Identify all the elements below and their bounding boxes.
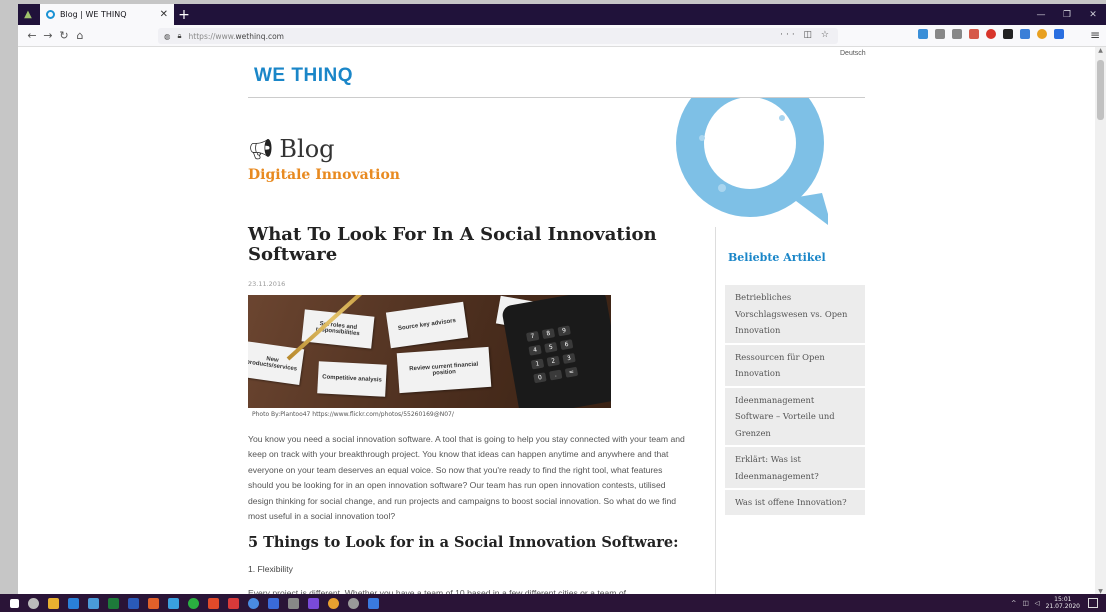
- article-intro: You know you need a social innovation so…: [248, 434, 685, 522]
- url-bar[interactable]: ◍ 🔒︎ https://www.wethinq.com ··· ◫ ☆: [158, 28, 838, 44]
- sidebar-icon[interactable]: [952, 29, 962, 39]
- app-icon[interactable]: ▲: [18, 4, 38, 25]
- app-icon[interactable]: [168, 597, 179, 609]
- app-icon[interactable]: [308, 597, 319, 609]
- network-icon[interactable]: ◫: [1022, 599, 1028, 607]
- clock[interactable]: 15:01 21.07.2020: [1046, 596, 1080, 610]
- app-icon[interactable]: [208, 597, 219, 609]
- menu-icon[interactable]: ≡: [1090, 28, 1100, 42]
- notifications-icon[interactable]: [1088, 598, 1098, 608]
- app-icon[interactable]: [268, 597, 279, 609]
- extension-mail-icon[interactable]: [969, 29, 979, 39]
- clock-time: 15:01: [1054, 596, 1072, 603]
- taskbar: ^ ◫ ◁ 15:01 21.07.2020: [0, 594, 1106, 612]
- favicon-icon: [46, 10, 55, 19]
- forward-icon[interactable]: →: [40, 29, 56, 42]
- new-tab-button[interactable]: +: [174, 4, 194, 25]
- speech-bubble-graphic: [676, 98, 828, 225]
- back-icon[interactable]: ←: [24, 29, 40, 42]
- start-icon[interactable]: [10, 598, 19, 608]
- library-icon[interactable]: [935, 29, 945, 39]
- shield-icon[interactable]: ◍: [164, 32, 171, 41]
- section-heading: 5 Things to Look for in a Social Innovat…: [248, 534, 679, 551]
- reload-icon[interactable]: ↻: [56, 29, 72, 42]
- popular-article-link[interactable]: Erklärt: Was ist Ideenmanagement?: [725, 447, 865, 488]
- word-icon[interactable]: [128, 597, 139, 609]
- tab-bar: ▲ Blog | WE THINQ ✕ + — ❐ ✕: [18, 4, 1106, 25]
- file-explorer-icon[interactable]: [48, 597, 59, 609]
- home-icon[interactable]: ⌂: [72, 29, 88, 42]
- popular-articles-heading: Beliebte Artikel: [728, 251, 826, 264]
- close-window-icon[interactable]: ✕: [1080, 4, 1106, 25]
- window-controls: — ❐ ✕: [1028, 4, 1106, 25]
- app-icon[interactable]: [228, 597, 239, 609]
- tab-title: Blog | WE THINQ: [60, 10, 127, 19]
- app-icon[interactable]: [328, 597, 339, 609]
- clock-date: 21.07.2020: [1045, 603, 1080, 610]
- page-actions-icon[interactable]: ··· ◫ ☆: [780, 30, 832, 40]
- system-tray: ^ ◫ ◁ 15:01 21.07.2020: [1011, 596, 1080, 610]
- edge-icon[interactable]: [68, 597, 79, 609]
- excel-icon[interactable]: [108, 597, 119, 609]
- language-link[interactable]: Deutsch: [840, 50, 866, 57]
- extension-dark-icon[interactable]: [1003, 29, 1013, 39]
- page-content: Deutsch WE THINQ 📢︎ Blog Digitale Innova…: [18, 47, 1095, 598]
- blog-heading: 📢︎ Blog: [248, 135, 335, 163]
- photo-card: Competitive analysis: [317, 361, 387, 397]
- url-text: https://www.wethinq.com: [188, 31, 284, 41]
- scrollbar[interactable]: ▲ ▼: [1095, 47, 1106, 598]
- nav-bar: ← → ↻ ⌂ ◍ 🔒︎ https://www.wethinq.com ···…: [18, 25, 1106, 47]
- tray-chevron-icon[interactable]: ^: [1011, 599, 1016, 607]
- popular-articles-list: Betriebliches Vorschlagswesen vs. Open I…: [725, 285, 865, 515]
- tab-blog[interactable]: Blog | WE THINQ ✕: [40, 4, 174, 25]
- minimize-icon[interactable]: —: [1028, 4, 1054, 25]
- popular-article-link[interactable]: Ressourcen für Open Innovation: [725, 344, 865, 386]
- app-icon[interactable]: [368, 597, 379, 609]
- volume-icon[interactable]: ◁: [1035, 599, 1040, 607]
- app-icon[interactable]: [348, 597, 359, 609]
- popular-article-link[interactable]: Was ist offene Innovation?: [725, 490, 865, 515]
- download-icon[interactable]: [918, 29, 928, 39]
- blog-title: Blog: [279, 135, 335, 163]
- search-icon[interactable]: [28, 597, 39, 609]
- taskbar-apps: [10, 597, 379, 609]
- scroll-up-icon[interactable]: ▲: [1095, 47, 1106, 57]
- popular-article-link[interactable]: Ideenmanagement Software – Vorteile und …: [725, 387, 865, 445]
- extension-orange-icon[interactable]: [1037, 29, 1047, 39]
- browser-window: ▲ Blog | WE THINQ ✕ + — ❐ ✕ ← → ↻ ⌂ ◍ 🔒︎…: [18, 4, 1106, 612]
- extensions-toolbar: [918, 29, 1064, 39]
- popular-article-link[interactable]: Betriebliches Vorschlagswesen vs. Open I…: [725, 285, 865, 343]
- app-icon[interactable]: [288, 597, 299, 609]
- site-logo[interactable]: WE THINQ: [254, 65, 353, 87]
- article-date: 23.11.2016: [248, 280, 286, 288]
- scroll-thumb[interactable]: [1097, 60, 1104, 120]
- firefox-icon[interactable]: [148, 597, 159, 609]
- photo-caption: Photo By:Plantoo47 https://www.flickr.co…: [252, 411, 454, 418]
- article-title: What To Look For In A Social Innovation …: [248, 224, 657, 265]
- megaphone-icon: 📢︎: [248, 137, 274, 161]
- article-photo: Set roles and responsibilities Source ke…: [248, 295, 611, 408]
- calculator-graphic: 789 456 123 0. =: [501, 295, 611, 408]
- chrome-icon[interactable]: [248, 597, 259, 609]
- close-tab-icon[interactable]: ✕: [160, 9, 168, 20]
- extension-blue-icon[interactable]: [1020, 29, 1030, 39]
- whatsapp-icon[interactable]: [188, 597, 199, 609]
- sidebar-divider: [715, 227, 716, 598]
- extension-container-icon[interactable]: [1054, 29, 1064, 39]
- store-icon[interactable]: [88, 597, 99, 609]
- lock-icon[interactable]: 🔒︎: [178, 31, 182, 41]
- restore-icon[interactable]: ❐: [1054, 4, 1080, 25]
- list-item-heading: 1. Flexibility: [248, 564, 293, 574]
- blog-subtitle: Digitale Innovation: [248, 167, 400, 183]
- photo-card: Review current financial position: [396, 346, 492, 394]
- extension-stop-icon[interactable]: [986, 29, 996, 39]
